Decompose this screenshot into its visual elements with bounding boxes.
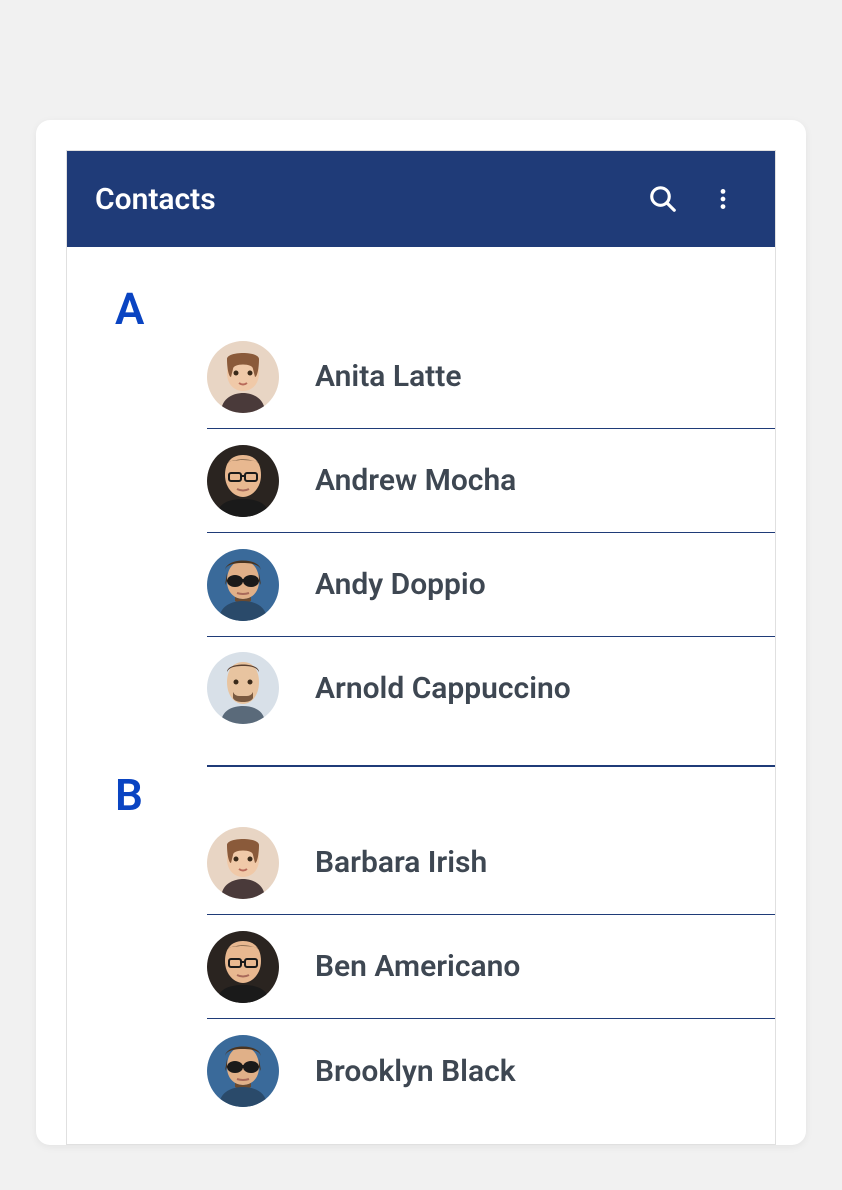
avatar [207,827,279,899]
section-body: Barbara Irish [67,811,775,1123]
avatar [207,1035,279,1107]
contact-row[interactable]: Andrew Mocha [207,429,775,533]
contact-row[interactable]: Brooklyn Black [207,1019,775,1123]
section-a: A [67,287,775,767]
avatar-icon [207,931,279,1003]
avatar-icon [207,827,279,899]
header-bar: Contacts [67,151,775,247]
contact-name: Brooklyn Black [315,1054,516,1089]
section-body: Anita Latte [67,325,775,767]
contact-name: Barbara Irish [315,845,487,880]
avatar [207,341,279,413]
search-icon [648,184,678,214]
avatar-icon [207,1035,279,1107]
contact-name: Andy Doppio [315,567,486,602]
page-title: Contacts [95,182,627,217]
avatar-icon [207,549,279,621]
section-b: B [67,773,775,1123]
avatar [207,931,279,1003]
contact-name: Anita Latte [315,359,461,394]
more-button[interactable] [699,175,747,223]
contact-row[interactable]: Ben Americano [207,915,775,1019]
search-button[interactable] [639,175,687,223]
avatar [207,445,279,517]
app-card: Contacts A [36,120,806,1145]
avatar-icon [207,652,279,724]
avatar [207,652,279,724]
contact-row[interactable]: Anita Latte [207,325,775,429]
avatar-icon [207,341,279,413]
more-vert-icon [710,186,736,212]
contact-name: Andrew Mocha [315,463,516,498]
contact-name: Ben Americano [315,949,520,984]
app-frame: Contacts A [66,150,776,1145]
contact-row[interactable]: Barbara Irish [207,811,775,915]
avatar-icon [207,445,279,517]
contact-name: Arnold Cappuccino [315,671,571,706]
contact-row[interactable]: Andy Doppio [207,533,775,637]
contacts-list: A [67,247,775,1123]
avatar [207,549,279,621]
contact-row[interactable]: Arnold Cappuccino [207,637,775,767]
